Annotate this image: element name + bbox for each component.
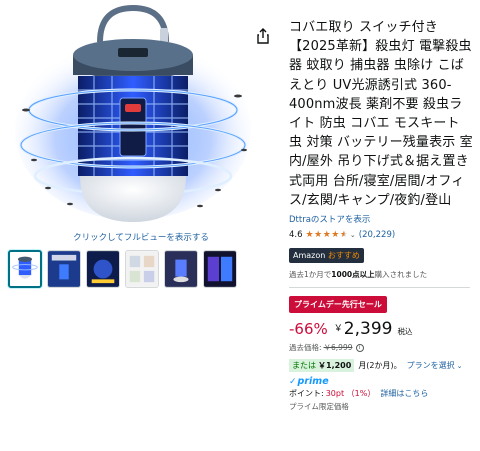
star-icon: ★ [322, 229, 331, 240]
thumbnail-2[interactable] [47, 250, 81, 288]
discount-percent: -66% [289, 320, 328, 339]
zoom-hint-link[interactable]: クリックしてフルビューを表示する [0, 231, 282, 243]
prime-label: prime [297, 376, 329, 388]
list-price-label: 過去価格: [289, 343, 322, 353]
installment-highlight: または ￥1,200 [289, 359, 355, 373]
tax-label: 税込 [397, 327, 413, 337]
price-value: 2,399 [343, 319, 393, 340]
badge-brand: Amazon [293, 251, 326, 261]
purchase-count-text: 過去1か月で1000点以上購入されました [289, 269, 475, 280]
prime-exclusive-price: プライム限定価格 [289, 402, 349, 412]
bought-suffix: 購入されました [374, 270, 428, 280]
prime-logo: ✓ prime [289, 376, 475, 387]
installment-prefix: または [292, 361, 316, 371]
half-star-icon: ★ [339, 229, 348, 240]
list-price-value: ￥6,999 [323, 343, 353, 353]
star-rating-icon[interactable]: ★ ★ ★ ★ ★ [305, 229, 348, 240]
rating-value: 4.6 [289, 230, 303, 241]
divider [289, 287, 470, 289]
rating-row: 4.6 ★ ★ ★ ★ ★ ⌄ (20,229) [289, 229, 475, 241]
thumbnail-3[interactable] [86, 250, 120, 288]
deal-badge: プライムデー先行セール [289, 296, 387, 314]
installment-row: または ￥1,200 月(2か月)。 プランを選択 ⌄ [289, 359, 475, 373]
info-icon[interactable]: i [355, 343, 364, 352]
star-icon: ★ [314, 229, 323, 240]
chevron-down-icon[interactable]: ⌄ [350, 231, 356, 239]
product-title: コバエ取り スイッチ付き【2025革新】殺虫灯 電撃殺虫器 蚊取り 捕虫器 虫除… [289, 20, 473, 208]
star-icon: ★ [331, 229, 340, 240]
review-count-link[interactable]: (20,229) [359, 230, 395, 240]
bought-prefix: 過去1か月で [289, 270, 332, 280]
product-info: コバエ取り スイッチ付き【2025革新】殺虫灯 電撃殺虫器 蚊取り 捕虫器 虫除… [289, 18, 475, 412]
thumbnail-4[interactable] [125, 250, 159, 288]
badge-label: おすすめ [327, 251, 360, 261]
points-label: ポイント: [289, 389, 324, 399]
installment-months: 月(2か月)。 [358, 361, 402, 371]
select-plan-link[interactable]: プランを選択 ⌄ [407, 360, 463, 371]
thumbnail-5[interactable] [164, 250, 198, 288]
thumbnail-1[interactable] [8, 250, 42, 288]
star-icon: ★ [305, 229, 314, 240]
prime-check-icon: ✓ [289, 376, 297, 387]
store-link[interactable]: Dttraのストアを表示 [289, 213, 475, 225]
points-row: ポイント: 30pt （1%） 詳細はこちら [289, 388, 475, 399]
list-price-row: 過去価格: ￥6,999 i [289, 342, 475, 353]
points-value: 30pt （1%） [325, 389, 376, 399]
chevron-down-icon: ⌄ [456, 361, 463, 370]
currency-symbol: ￥ [333, 324, 343, 335]
price-row: -66% ￥ 2,399 税込 [289, 319, 475, 341]
share-icon[interactable] [256, 28, 270, 44]
image-gallery: クリックしてフルビューを表示する [0, 0, 282, 300]
select-plan-label: プランを選択 [406, 361, 455, 371]
installment-amount: ￥1,200 [318, 361, 352, 371]
amazon-choice-badge: Amazon おすすめ [289, 248, 364, 264]
thumbnail-strip [8, 250, 237, 288]
thumbnail-6[interactable] [203, 250, 237, 288]
bought-count: 1000点以上 [331, 270, 375, 280]
points-details-link[interactable]: 詳細はこちら [380, 388, 428, 399]
main-product-image[interactable] [8, 0, 256, 230]
